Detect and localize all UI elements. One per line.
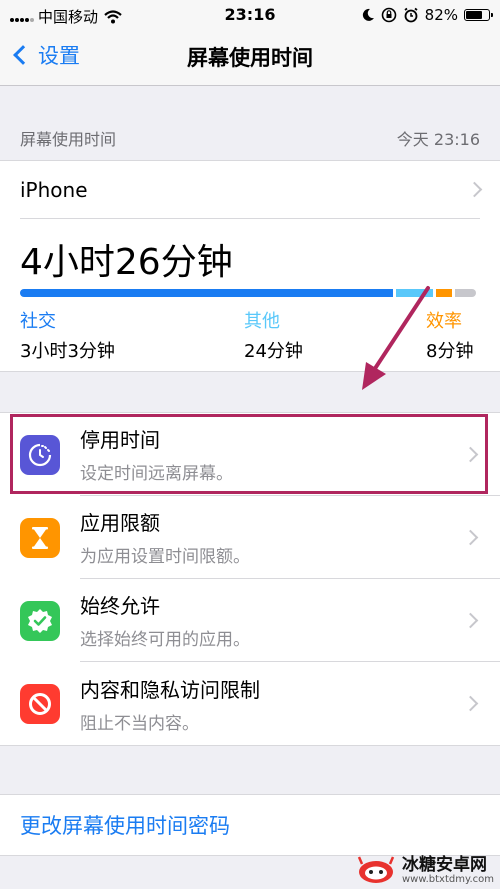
feature-row-content-privacy[interactable]: 内容和隐私访问限制 阻止不当内容。 — [0, 662, 500, 745]
usage-segment-rest — [455, 289, 476, 297]
device-name: iPhone — [20, 177, 88, 202]
section-label: 屏幕使用时间 — [20, 130, 117, 149]
category-other: 其他 24分钟 — [244, 307, 303, 363]
usage-summary-card: iPhone 4小时26分钟 社交 3小时3分钟 其他 24分钟 效率 8分钟 — [0, 160, 500, 372]
feature-row-always-allowed[interactable]: 始终允许 选择始终可用的应用。 — [0, 579, 500, 662]
feature-list: 停用时间 设定时间远离屏幕。 应用限额 为应用设置时间限额。 始终允许 选择始终… — [0, 412, 500, 746]
feature-subtitle: 设定时间远离屏幕。 — [80, 464, 233, 484]
feature-title: 内容和隐私访问限制 — [80, 677, 260, 702]
chevron-right-icon — [462, 446, 479, 463]
usage-bar — [20, 289, 480, 297]
device-row[interactable]: iPhone — [20, 161, 483, 219]
usage-segment-productivity — [436, 289, 452, 297]
feature-row-app-limits[interactable]: 应用限额 为应用设置时间限额。 — [0, 496, 500, 579]
feature-subtitle: 为应用设置时间限额。 — [80, 547, 250, 567]
category-name: 效率 — [426, 311, 462, 332]
feature-texts: 停用时间 设定时间远离屏幕。 — [80, 413, 500, 496]
watermark-logo-icon — [357, 856, 395, 883]
section-header: 屏幕使用时间 今天 23:16 — [20, 126, 480, 150]
password-card: 更改屏幕使用时间密码 — [0, 794, 500, 856]
usage-segment-social — [20, 289, 393, 297]
feature-title: 停用时间 — [80, 428, 160, 452]
navigation-bar: 设置 屏幕使用时间 — [0, 30, 500, 86]
status-right: 82% — [361, 6, 493, 24]
change-passcode-link[interactable]: 更改屏幕使用时间密码 — [20, 810, 230, 840]
hourglass-icon — [20, 517, 60, 558]
section-date-time: 今天 23:16 — [396, 130, 480, 149]
rotation-lock-icon — [381, 7, 396, 23]
feature-subtitle: 选择始终可用的应用。 — [80, 630, 250, 650]
feature-row-downtime[interactable]: 停用时间 设定时间远离屏幕。 — [0, 413, 500, 496]
status-bar: 中国移动 23:16 82% — [0, 0, 500, 30]
alarm-icon — [404, 7, 418, 23]
watermark-url: www.btxtdmy.com — [401, 873, 494, 885]
usage-segment-other — [396, 289, 433, 297]
feature-texts: 内容和隐私访问限制 阻止不当内容。 — [80, 662, 500, 745]
moon-icon — [362, 8, 374, 21]
chevron-right-icon — [462, 612, 479, 629]
category-productivity: 效率 8分钟 — [426, 307, 473, 363]
feature-texts: 始终允许 选择始终可用的应用。 — [80, 579, 500, 662]
feature-texts: 应用限额 为应用设置时间限额。 — [80, 496, 500, 579]
category-value: 8分钟 — [426, 341, 474, 362]
total-usage-time: 4小时26分钟 — [20, 242, 233, 283]
checkmark-badge-icon — [20, 600, 60, 641]
chevron-right-icon — [462, 529, 479, 546]
battery-percent: 82% — [424, 6, 458, 24]
category-social: 社交 3小时3分钟 — [20, 307, 115, 363]
chevron-right-icon — [466, 181, 483, 198]
category-name: 社交 — [20, 311, 56, 332]
feature-subtitle: 阻止不当内容。 — [80, 713, 199, 734]
watermark-title: 冰糖安卓网 — [401, 854, 487, 875]
feature-title: 始终允许 — [80, 594, 160, 618]
chevron-right-icon — [462, 695, 479, 712]
prohibited-icon — [20, 683, 60, 724]
category-value: 3小时3分钟 — [20, 341, 115, 362]
category-value: 24分钟 — [244, 341, 303, 362]
category-name: 其他 — [244, 311, 280, 332]
page-title: 屏幕使用时间 — [187, 46, 313, 70]
watermark: 冰糖安卓网 www.btxtdmy.com — [356, 855, 494, 885]
downtime-icon — [20, 434, 60, 475]
battery-level-fill — [466, 11, 482, 19]
feature-title: 应用限额 — [80, 511, 160, 535]
battery-icon — [464, 9, 493, 21]
watermark-text: 冰糖安卓网 www.btxtdmy.com — [402, 856, 494, 885]
